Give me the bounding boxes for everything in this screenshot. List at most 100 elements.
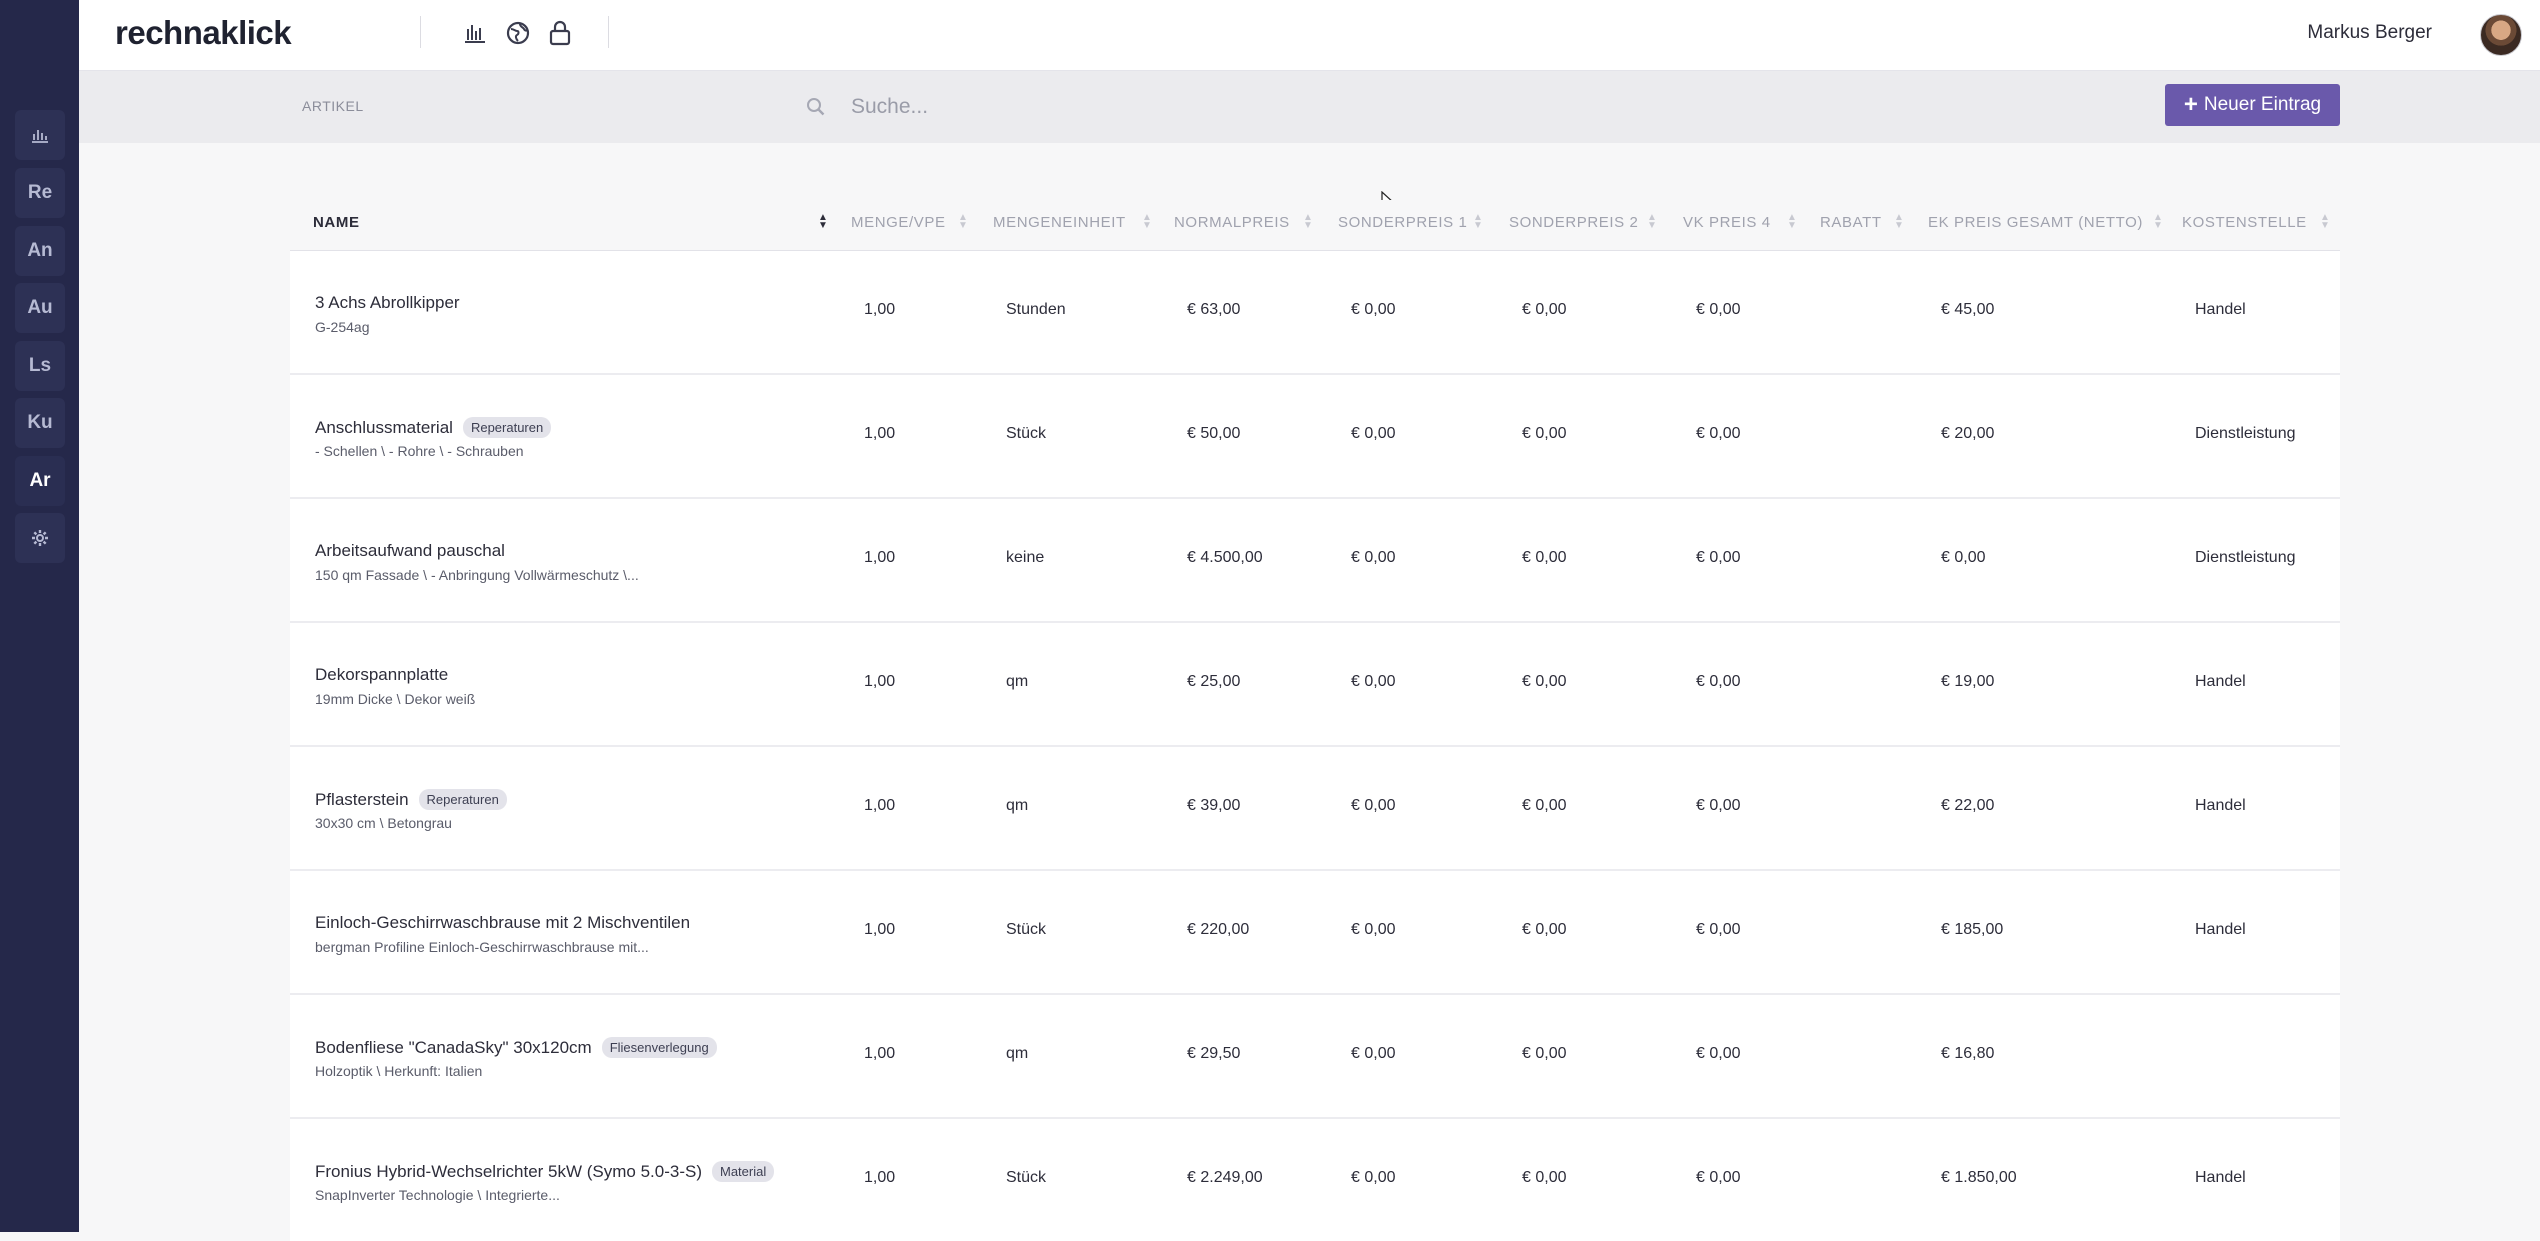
plus-icon: +	[2183, 91, 2198, 118]
sort-icon[interactable]: ▲ ▼	[2320, 213, 2330, 231]
globe-icon[interactable]	[505, 20, 531, 46]
new-entry-button[interactable]: + Neuer Eintrag	[2165, 84, 2340, 126]
sidebar-item-lieferscheine[interactable]: Ls	[15, 341, 65, 391]
article-name[interactable]: 3 Achs Abrollkipper	[315, 293, 460, 313]
gear-icon	[32, 530, 48, 546]
cell-vkpreis4: € 0,00	[1696, 673, 1741, 690]
sidebar-item-label: Au	[27, 297, 53, 318]
sidebar-item-settings[interactable]	[15, 513, 65, 563]
cell-sonderpreis2: € 0,00	[1522, 921, 1567, 938]
sidebar-item-kunden[interactable]: Ku	[15, 398, 65, 448]
table-row[interactable]: Arbeitsaufwand pauschal 150 qm Fassade \…	[290, 499, 2340, 623]
article-name[interactable]: Arbeitsaufwand pauschal	[315, 541, 505, 561]
cell-menge: 1,00	[864, 425, 896, 442]
cell-menge: 1,00	[864, 301, 896, 318]
table-row[interactable]: Bodenfliese "CanadaSky" 30x120cm Fliesenv…	[290, 995, 2340, 1119]
sort-icon[interactable]: ▲ ▼	[1787, 213, 1797, 231]
table-row[interactable]: Fronius Hybrid-Wechselrichter 5kW (Symo …	[290, 1119, 2340, 1241]
column-header-kostenstelle[interactable]: KOSTENSTELLE	[2182, 214, 2307, 231]
avatar[interactable]	[2480, 14, 2522, 56]
column-header-menge[interactable]: MENGE/VPE	[851, 214, 946, 231]
sidebar-item-angebote[interactable]: An	[15, 226, 65, 276]
table-row[interactable]: Pflasterstein Reperaturen 30x30 cm \ Beto…	[290, 747, 2340, 871]
article-name[interactable]: Pflasterstein	[315, 790, 409, 810]
cell-vkpreis4: € 0,00	[1696, 549, 1741, 566]
lock-icon[interactable]	[547, 20, 573, 46]
article-name[interactable]: Fronius Hybrid-Wechselrichter 5kW (Symo …	[315, 1162, 702, 1182]
column-header-normalpreis[interactable]: NORMALPREIS	[1174, 214, 1290, 231]
cell-menge: 1,00	[864, 673, 896, 690]
article-description: G-254ag	[315, 319, 370, 335]
tag-badge: Reperaturen	[462, 417, 552, 438]
cell-vkpreis4: € 0,00	[1696, 797, 1741, 814]
cell-vkpreis4: € 0,00	[1696, 425, 1741, 442]
cell-sonderpreis1: € 0,00	[1351, 921, 1396, 938]
cell-ekpreis: € 45,00	[1941, 301, 1995, 318]
cell-normalpreis: € 63,00	[1187, 301, 1241, 318]
cell-sonderpreis1: € 0,00	[1351, 673, 1396, 690]
sidebar-item-rechnungen[interactable]: Re	[15, 168, 65, 218]
sort-icon[interactable]: ▲ ▼	[1473, 213, 1483, 231]
table-body: 3 Achs Abrollkipper G-254ag 1,00 Stunden…	[290, 251, 2340, 1241]
cell-einheit: qm	[1006, 1045, 1029, 1062]
article-name[interactable]: Einloch-Geschirrwaschbrause mit 2 Mischv…	[315, 913, 690, 933]
column-header-mengeneinheit[interactable]: MENGENEINHEIT	[993, 214, 1126, 231]
cell-sonderpreis1: € 0,00	[1351, 1169, 1396, 1186]
search-input[interactable]	[849, 85, 1753, 129]
column-header-vkpreis4[interactable]: VK PREIS 4	[1683, 214, 1771, 231]
column-header-rabatt[interactable]: RABATT	[1820, 214, 1882, 231]
sidebar-item-artikel[interactable]: Ar	[15, 456, 65, 506]
sort-icon[interactable]: ▲ ▼	[1647, 213, 1657, 231]
column-header-sonderpreis1[interactable]: SONDERPREIS 1	[1338, 214, 1468, 231]
cell-einheit: qm	[1006, 673, 1029, 690]
article-description: SnapInverter Technologie \ Integrierte..…	[315, 1187, 560, 1203]
cell-sonderpreis2: € 0,00	[1522, 301, 1567, 318]
article-name[interactable]: Dekorspannplatte	[315, 665, 448, 685]
cell-kostenstelle: Handel	[2195, 1169, 2246, 1186]
table-row[interactable]: 3 Achs Abrollkipper G-254ag 1,00 Stunden…	[290, 251, 2340, 375]
article-description: 30x30 cm \ Betongrau	[315, 815, 452, 831]
cell-ekpreis: € 185,00	[1941, 921, 2004, 938]
cell-kostenstelle: Handel	[2195, 301, 2246, 318]
sidebar-item-dashboard[interactable]	[15, 110, 65, 160]
cell-kostenstelle: Handel	[2195, 921, 2246, 938]
column-header-ekpreis[interactable]: EK PREIS GESAMT (NETTO)	[1928, 214, 2143, 231]
column-header-sonderpreis2[interactable]: SONDERPREIS 2	[1509, 214, 1639, 231]
sort-icon[interactable]: ▲ ▼	[958, 213, 968, 231]
tag-badge: Material	[712, 1161, 775, 1182]
sort-icon[interactable]: ▲ ▼	[1303, 213, 1313, 231]
cell-normalpreis: € 50,00	[1187, 425, 1241, 442]
article-name[interactable]: Anschlussmaterial	[315, 418, 453, 438]
sidebar: Re An Au Ls Ku Ar	[0, 0, 79, 1232]
sidebar-item-label: Re	[27, 182, 53, 203]
table-header: NAME ▲ ▼ MENGE/VPE ▲ ▼ MENGENEINHEIT ▲ ▼ NO…	[290, 200, 2340, 251]
cell-menge: 1,00	[864, 797, 896, 814]
article-description: 150 qm Fassade \ - Anbringung Vollwärmes…	[315, 567, 639, 583]
articles-table: NAME ▲ ▼ MENGE/VPE ▲ ▼ MENGENEINHEIT ▲ ▼ NO…	[290, 200, 2340, 1241]
sort-icon[interactable]: ▲ ▼	[818, 213, 828, 231]
sort-icon[interactable]: ▲ ▼	[1894, 213, 1904, 231]
sidebar-item-label: Ar	[29, 470, 51, 491]
cell-sonderpreis2: € 0,00	[1522, 549, 1567, 566]
article-name[interactable]: Bodenfliese "CanadaSky" 30x120cm	[315, 1038, 592, 1058]
sidebar-item-auftraege[interactable]: Au	[15, 283, 65, 333]
sort-icon[interactable]: ▲ ▼	[2153, 213, 2163, 231]
cell-normalpreis: € 39,00	[1187, 797, 1241, 814]
table-row[interactable]: Dekorspannplatte 19mm Dicke \ Dekor weiß…	[290, 623, 2340, 747]
cell-kostenstelle: Dienstleistung	[2195, 549, 2296, 566]
table-row[interactable]: Anschlussmaterial Reperaturen - Schellen …	[290, 375, 2340, 499]
cell-sonderpreis2: € 0,00	[1522, 797, 1567, 814]
cell-normalpreis: € 4.500,00	[1187, 549, 1263, 566]
table-row[interactable]: Einloch-Geschirrwaschbrause mit 2 Mischv…	[290, 871, 2340, 995]
cell-ekpreis: € 16,80	[1941, 1045, 1995, 1062]
cell-normalpreis: € 25,00	[1187, 673, 1241, 690]
cell-menge: 1,00	[864, 549, 896, 566]
bar-chart-icon[interactable]	[462, 20, 488, 46]
user-name[interactable]: Markus Berger	[2307, 22, 2432, 44]
cell-sonderpreis2: € 0,00	[1522, 1045, 1567, 1062]
column-header-name[interactable]: NAME	[313, 214, 360, 231]
cell-normalpreis: € 220,00	[1187, 921, 1250, 938]
article-description: - Schellen \ - Rohre \ - Schrauben	[315, 443, 524, 459]
sort-icon[interactable]: ▲ ▼	[1142, 213, 1152, 231]
logo[interactable]: rechnaklick	[115, 14, 292, 52]
